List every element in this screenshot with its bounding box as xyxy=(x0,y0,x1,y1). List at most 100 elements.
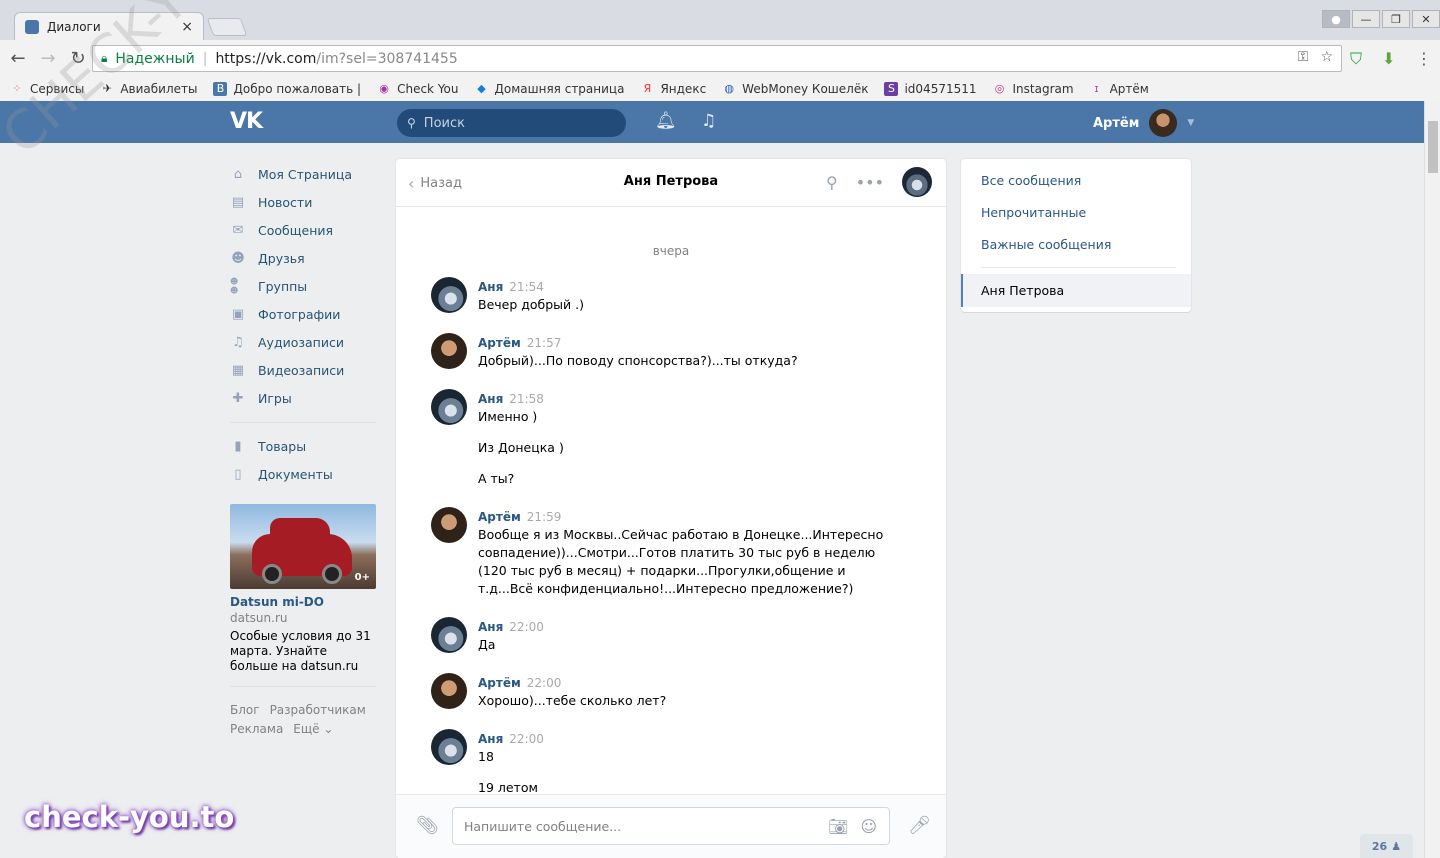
active-dialog-item[interactable]: Аня Петрова xyxy=(961,274,1191,307)
user-name: Артём xyxy=(1093,115,1140,131)
paperclip-icon[interactable]: 📎︎ xyxy=(416,815,439,836)
page-scrollbar[interactable] xyxy=(1424,101,1440,858)
filter-divider xyxy=(981,267,1176,268)
sidebar-item-label: Моя Страница xyxy=(258,166,352,182)
sidebar-item[interactable]: ♫ Аудиозаписи xyxy=(230,328,376,356)
message-author[interactable]: Артём xyxy=(478,336,521,350)
bookmark-item[interactable]: ✈ Авиабилеты xyxy=(100,82,198,96)
profile-icon[interactable]: ● xyxy=(1322,10,1350,28)
close-window-button[interactable]: ✕ xyxy=(1412,10,1440,28)
sidebar-item[interactable]: ⌂ Моя Страница xyxy=(230,160,376,188)
bell-icon[interactable]: 🔔︎ xyxy=(655,111,677,131)
avatar[interactable] xyxy=(431,277,467,313)
back-arrow-icon[interactable]: ← xyxy=(6,46,30,70)
bookmark-item[interactable]: ◉ Check You xyxy=(377,82,458,96)
message-meta: Артём 21:57 xyxy=(478,336,561,350)
message-text: Вообще я из Москвы..Сейчас работаю в Дон… xyxy=(478,527,884,596)
avatar[interactable] xyxy=(902,167,932,197)
window-controls: ● — ❐ ✕ xyxy=(1322,10,1440,28)
avatar[interactable] xyxy=(431,673,467,709)
avatar[interactable] xyxy=(431,507,467,543)
filter-all-messages[interactable]: Все сообщения xyxy=(981,173,1081,188)
webmoney-icon: ◍ xyxy=(724,82,734,95)
bookmark-item[interactable]: ◍ WebMoney Кошелёк xyxy=(722,82,868,96)
footer-ads-link[interactable]: Реклама xyxy=(230,722,283,736)
download-extension-icon[interactable]: ⬇ xyxy=(1382,49,1395,68)
filter-unread[interactable]: Непрочитанные xyxy=(981,205,1086,220)
message-input[interactable]: Напишите сообщение... 📷︎ ☺ xyxy=(452,807,890,845)
message-author[interactable]: Аня xyxy=(478,280,503,294)
message-text: А ты? xyxy=(478,471,515,486)
avatar[interactable] xyxy=(431,389,467,425)
ad-image[interactable]: 0+ xyxy=(230,504,376,589)
bookmark-item[interactable]: Я Яндекс xyxy=(640,81,707,96)
restore-button[interactable]: ❐ xyxy=(1382,10,1410,28)
key-icon[interactable]: ⚿ xyxy=(1298,49,1309,65)
footer-more-link[interactable]: Ещё ⌄ xyxy=(293,722,333,736)
tab-close-icon[interactable]: × xyxy=(181,19,193,35)
message-history[interactable]: вчера Аня 21:54 Вечер добрый .) Артём 21:57 Д… xyxy=(396,207,946,794)
avatar[interactable] xyxy=(431,617,467,653)
sidebar-item[interactable]: ▯ Документы xyxy=(230,460,376,488)
smiley-icon[interactable]: ☺ xyxy=(860,817,877,836)
bookmark-label: Артём xyxy=(1109,81,1149,96)
chat-header: ‹ Назад Аня Петрова ⚲ ••• xyxy=(396,159,946,207)
message-author[interactable]: Аня xyxy=(478,392,503,406)
user-menu[interactable]: Артём ▼ xyxy=(1093,109,1194,137)
menu-dots-icon[interactable]: ⋮ xyxy=(1416,49,1432,68)
bookmark-item[interactable]: Sid04571511 xyxy=(884,81,977,96)
vk-logo[interactable]: VK xyxy=(230,109,263,134)
sidebar-item[interactable]: ☻☻ Группы xyxy=(230,272,376,300)
message-author[interactable]: Аня xyxy=(478,620,503,634)
message-author[interactable]: Аня xyxy=(478,732,503,746)
more-dots-icon[interactable]: ••• xyxy=(856,173,884,192)
filter-important[interactable]: Важные сообщения xyxy=(981,237,1111,252)
footer-blog-link[interactable]: Блог xyxy=(230,703,260,717)
sidebar-item[interactable]: ☻ Друзья xyxy=(230,244,376,272)
minimize-button[interactable]: — xyxy=(1352,10,1380,28)
bookmark-item[interactable]: ⁘ Сервисы xyxy=(10,82,84,96)
bookmark-item[interactable]: ɪ Артём xyxy=(1090,82,1149,96)
browser-tab[interactable]: Диалоги × xyxy=(14,12,204,40)
bookmark-label: id04571511 xyxy=(904,81,977,96)
search-input[interactable]: ⚲ Поиск xyxy=(397,109,626,137)
reload-icon[interactable]: ↻ xyxy=(66,46,90,70)
music-note-icon[interactable]: ♫ xyxy=(701,111,716,131)
bookmarks-bar: ⁘ Сервисы ✈ Авиабилеты В Добро пожаловать | ◉ C… xyxy=(0,76,1440,101)
bookmark-item[interactable]: ◎ Instagram xyxy=(993,82,1074,96)
message-author[interactable]: Артём xyxy=(478,510,521,524)
sidebar-item[interactable]: ▣ Фотографии xyxy=(230,300,376,328)
search-icon[interactable]: ⚲ xyxy=(826,173,838,192)
url-path: /im?sel=308741455 xyxy=(316,50,458,67)
online-counter[interactable]: 26 ♟ xyxy=(1360,834,1413,858)
sidebar-item[interactable]: ▤ Новости xyxy=(230,188,376,216)
message-composer: 📎︎ Напишите сообщение... 📷︎ ☺ 🎤︎ xyxy=(396,794,946,858)
sidebar-item-label: Группы xyxy=(258,278,308,294)
avatar[interactable] xyxy=(431,333,467,369)
sidebar-item[interactable]: ✚ Игры xyxy=(230,384,376,412)
search-icon: ⚲ xyxy=(407,116,416,130)
scrollbar-thumb[interactable] xyxy=(1428,121,1438,173)
sidebar-item[interactable]: ✉ Сообщения xyxy=(230,216,376,244)
sidebar-item[interactable]: ▮ Товары xyxy=(230,432,376,460)
chat-panel: ‹ Назад Аня Петрова ⚲ ••• вчера Аня 21:54… xyxy=(396,159,946,858)
microphone-icon[interactable]: 🎤︎ xyxy=(908,815,931,836)
ad-block[interactable]: 0+ Datsun mi-DO datsun.ru Особые условия… xyxy=(230,504,376,674)
footer-developers-link[interactable]: Разработчикам xyxy=(270,703,366,717)
sidebar-item-label: Сообщения xyxy=(258,222,334,238)
address-bar[interactable]: 🔒︎ Надежный | https://vk.com /im?sel=308… xyxy=(92,45,1342,72)
bookmark-label: Яндекс xyxy=(660,81,707,96)
avatar[interactable] xyxy=(431,729,467,765)
bookmark-item[interactable]: ◆ Домашняя страница xyxy=(475,81,625,96)
vk-icon: В xyxy=(213,81,228,96)
ad-title[interactable]: Datsun mi-DO xyxy=(230,595,376,609)
bookmark-item[interactable]: В Добро пожаловать | xyxy=(213,81,361,96)
forward-arrow-icon[interactable]: → xyxy=(36,46,60,70)
shield-extension-icon[interactable]: ⛉ xyxy=(1350,49,1362,69)
bookmark-star-icon[interactable]: ☆ xyxy=(1320,49,1333,65)
message-author[interactable]: Артём xyxy=(478,676,521,690)
bookmark-label: Домашняя страница xyxy=(494,81,625,96)
sidebar-item[interactable]: ▦ Видеозаписи xyxy=(230,356,376,384)
camera-icon[interactable]: 📷︎ xyxy=(828,817,848,836)
new-tab-button[interactable] xyxy=(206,18,248,36)
